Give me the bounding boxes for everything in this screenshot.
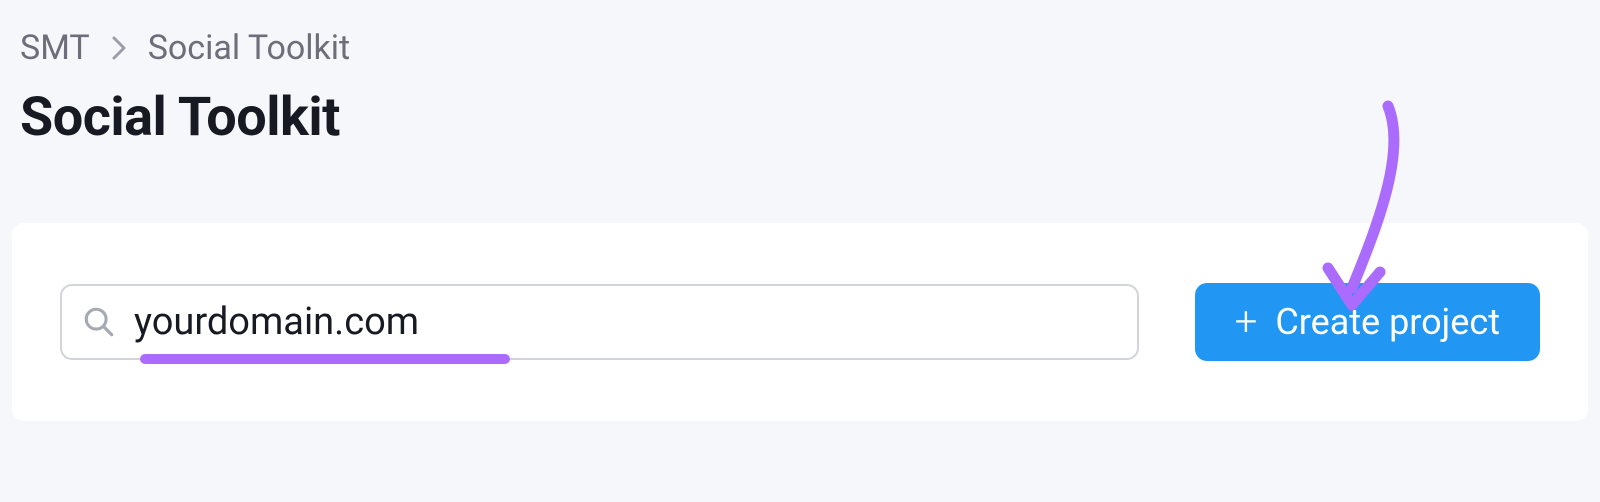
create-project-label: Create project: [1275, 301, 1500, 343]
breadcrumb-item-social-toolkit[interactable]: Social Toolkit: [148, 28, 351, 68]
breadcrumb: SMT Social Toolkit: [0, 0, 1600, 68]
search-icon: [82, 305, 116, 339]
domain-input[interactable]: [134, 300, 1117, 344]
plus-icon: +: [1235, 302, 1258, 342]
breadcrumb-item-smt[interactable]: SMT: [20, 28, 90, 68]
page-title: Social Toolkit: [0, 68, 1600, 149]
create-project-button[interactable]: + Create project: [1195, 283, 1540, 361]
chevron-right-icon: [110, 34, 128, 62]
search-field-wrap[interactable]: [60, 284, 1139, 360]
main-card: + Create project: [12, 223, 1588, 421]
annotation-underline: [140, 354, 510, 364]
